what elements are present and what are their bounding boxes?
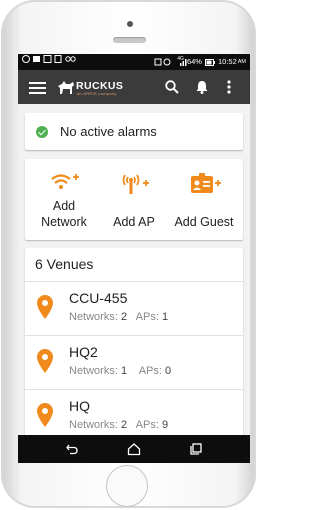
earpiece-speaker	[113, 37, 146, 43]
system-icons: 4G 64% 10:52 AM	[154, 54, 246, 70]
venue-counts: Networks: 2 APs: 1	[69, 311, 168, 323]
battery-percent: 64%	[186, 57, 202, 66]
add-network-label-line1: Add	[52, 199, 76, 213]
networks-count: 2	[120, 311, 128, 323]
wifi-plus-icon	[51, 174, 79, 189]
dog-icon	[58, 81, 74, 94]
badge-plus-icon	[191, 173, 221, 193]
venue-counts: Networks: 1 APs: 0	[69, 365, 171, 377]
aps-label: APs:	[135, 311, 159, 323]
add-network-label-line2: Network	[41, 215, 87, 229]
quick-actions-card: Add Network Add AP Add Guest	[25, 159, 243, 240]
networks-label: Networks:	[69, 365, 118, 377]
alarms-status: No active alarms	[60, 124, 157, 139]
screen: 4G 64% 10:52AM RUCKUS an ARRIS company	[18, 54, 250, 463]
back-icon[interactable]	[64, 441, 80, 457]
venue-row[interactable]: HQ2 Networks: 1 APs: 0	[25, 335, 243, 389]
home-icon[interactable]	[126, 441, 142, 457]
aps-label: APs:	[135, 419, 159, 431]
status-bar: 4G 64% 10:52 AM	[18, 54, 250, 70]
networks-label: Networks:	[69, 311, 118, 323]
venue-name: HQ2	[69, 344, 98, 360]
battery-icon	[204, 58, 215, 66]
system-nav-bar	[18, 435, 250, 463]
venues-card: 6 Venues CCU-455 Networks: 2 APs: 1 HQ2 …	[25, 248, 243, 448]
networks-label: Networks:	[69, 419, 118, 431]
app-bar: RUCKUS an ARRIS company	[18, 70, 250, 104]
clock: 10:52	[217, 57, 237, 66]
venue-name: HQ	[69, 398, 90, 414]
venue-counts: Networks: 2 APs: 9	[69, 419, 168, 431]
recents-icon[interactable]	[188, 441, 204, 457]
aps-count: 1	[161, 311, 169, 323]
add-guest-label: Add Guest	[174, 215, 234, 229]
venue-name: CCU-455	[69, 290, 128, 306]
aps-label: APs:	[138, 365, 162, 377]
venue-row[interactable]: CCU-455 Networks: 2 APs: 1	[25, 281, 243, 335]
location-pin-icon	[37, 295, 53, 319]
notification-icons	[22, 54, 92, 70]
add-ap-label: Add AP	[113, 215, 155, 229]
add-guest-button[interactable]: Add Guest	[168, 159, 240, 240]
brand-tagline: an ARRIS company	[77, 91, 117, 96]
networks-count: 1	[120, 365, 128, 377]
networks-count: 2	[120, 419, 128, 431]
menu-icon[interactable]	[29, 82, 46, 94]
aps-count: 0	[165, 365, 172, 377]
overflow-menu-icon[interactable]	[221, 79, 237, 95]
bell-icon[interactable]	[194, 79, 210, 95]
add-ap-button[interactable]: Add AP	[98, 159, 170, 240]
aps-count: 9	[161, 419, 169, 431]
clock-suffix: AM	[237, 59, 246, 65]
venues-title: 6 Venues	[35, 256, 94, 272]
search-icon[interactable]	[164, 79, 180, 95]
location-pin-icon	[37, 349, 53, 373]
physical-home-button[interactable]	[106, 465, 148, 507]
check-circle-icon	[36, 126, 48, 138]
notification-icons-svg	[22, 55, 76, 63]
ruckus-logo: RUCKUS an ARRIS company	[56, 76, 136, 98]
ap-plus-icon	[122, 174, 149, 194]
front-camera	[127, 21, 133, 27]
location-pin-icon	[37, 403, 53, 427]
add-network-button[interactable]: Add Network	[28, 159, 100, 240]
alarms-card[interactable]: No active alarms	[25, 113, 243, 150]
network-type: 4G	[177, 56, 184, 62]
phone-frame: 4G 64% 10:52AM RUCKUS an ARRIS company	[1, 0, 256, 508]
